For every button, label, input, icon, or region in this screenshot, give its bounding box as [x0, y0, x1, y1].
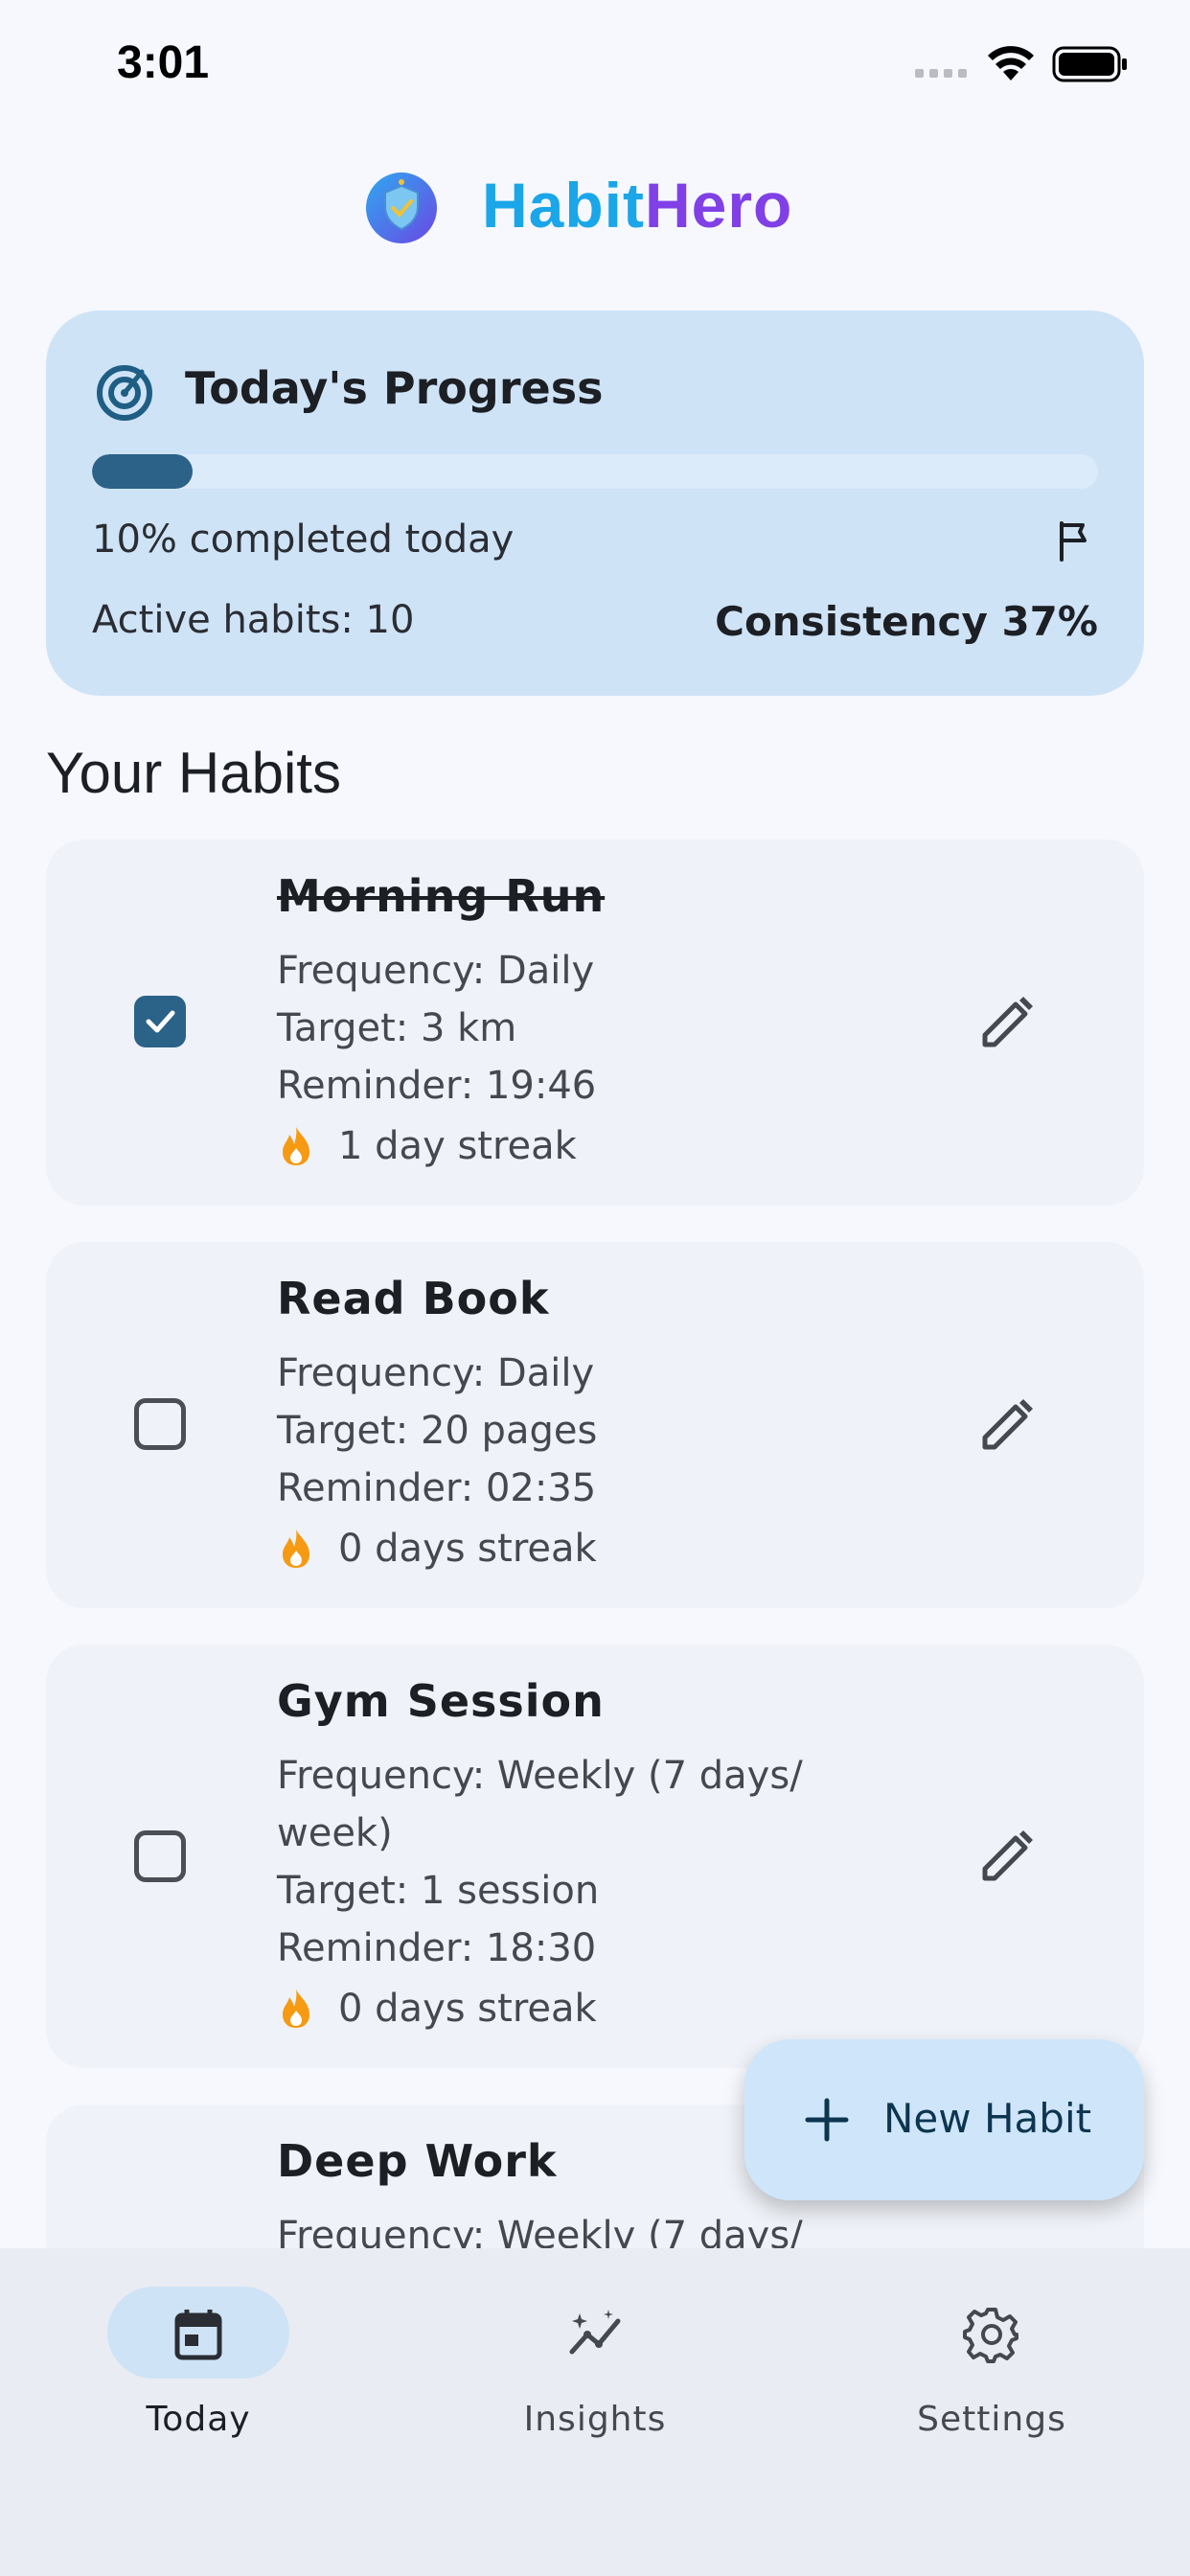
app-header: HabitHero: [0, 163, 1190, 259]
habit-checkbox[interactable]: [134, 1398, 186, 1450]
insights-icon: [569, 2310, 621, 2355]
habit-name: Read Book: [277, 1273, 550, 1324]
habit-checkbox[interactable]: [134, 1830, 186, 1882]
habit-target: Target: 3 km: [277, 1006, 517, 1050]
progress-bar: [92, 454, 1098, 489]
target-icon: [97, 365, 152, 421]
habit-frequency: Frequency: Daily: [277, 949, 595, 993]
plus-icon: [805, 2098, 849, 2142]
habit-target: Target: 20 pages: [277, 1409, 598, 1453]
nav-today[interactable]: Today: [50, 2287, 337, 2459]
habit-name: Deep Work: [277, 2135, 558, 2187]
brand-hero: Hero: [645, 170, 793, 241]
streak-text: 0 days streak: [338, 1987, 597, 2031]
habit-checkbox[interactable]: [134, 996, 186, 1047]
habit-hero-screen: 3:01 HabitHero Today's Progress 10% comp…: [0, 0, 1190, 2576]
habit-streak: 0 days streak: [277, 1987, 597, 2031]
brand-habit: Habit: [482, 170, 645, 241]
nav-label-settings: Settings: [917, 2400, 1066, 2439]
check-icon: [146, 1010, 175, 1033]
flame-icon: [283, 1127, 309, 1165]
habit-frequency: Frequency: Daily: [277, 1351, 595, 1395]
habit-streak: 0 days streak: [277, 1527, 597, 1571]
habit-name: Gym Session: [277, 1675, 605, 1727]
shield-check-icon: [366, 172, 437, 243]
nav-label-insights: Insights: [523, 2400, 667, 2439]
progress-title: Today's Progress: [185, 362, 604, 414]
cellular-signal-icon: [915, 69, 967, 78]
consistency-value: Consistency 37%: [715, 598, 1098, 645]
app-title: HabitHero: [482, 169, 792, 242]
progress-bar-fill: [92, 454, 193, 489]
habit-reminder: Reminder: 19:46: [277, 1064, 597, 1108]
battery-icon: [1052, 46, 1127, 82]
habit-reminder: Reminder: 02:35: [277, 1466, 597, 1510]
habit-streak: 1 day streak: [277, 1124, 577, 1168]
habit-frequency: Frequency: Weekly (7 days/ week): [277, 1754, 803, 1855]
nav-settings[interactable]: Settings: [843, 2287, 1131, 2459]
flame-icon: [283, 1990, 309, 2028]
habit-target: Target: 1 session: [277, 1869, 600, 1913]
calendar-icon: [174, 2310, 222, 2360]
wifi-icon: [988, 46, 1034, 80]
habit-card[interactable]: Read Book Frequency: Daily Target: 20 pa…: [46, 1242, 1144, 1608]
edit-icon[interactable]: [977, 1395, 1037, 1455]
gear-icon: [963, 2308, 1018, 2363]
active-habits-count: Active habits: 10: [92, 598, 415, 642]
completed-text: 10% completed today: [92, 518, 515, 562]
streak-text: 1 day streak: [338, 1124, 577, 1168]
status-time: 3:01: [117, 37, 210, 88]
flag-icon: [1060, 521, 1087, 562]
habit-card[interactable]: Gym Session Frequency: Weekly (7 days/ w…: [46, 1644, 1144, 2068]
edit-icon[interactable]: [977, 1827, 1037, 1886]
habit-reminder: Reminder: 18:30: [277, 1926, 597, 1970]
section-title: Your Habits: [46, 741, 341, 805]
habit-card[interactable]: Morning Run Frequency: Daily Target: 3 k…: [46, 840, 1144, 1206]
nav-insights[interactable]: Insights: [446, 2287, 734, 2459]
habit-name: Morning Run: [277, 870, 606, 922]
new-habit-button[interactable]: New Habit: [744, 2039, 1144, 2200]
nav-label-today: Today: [146, 2400, 251, 2439]
new-habit-label: New Habit: [883, 2095, 1092, 2142]
flame-icon: [283, 1530, 309, 1568]
status-bar: 3:01: [0, 0, 1190, 134]
progress-card: Today's Progress 10% completed today Act…: [46, 310, 1144, 696]
bottom-navigation: Today Insights Settings: [0, 2248, 1190, 2576]
edit-icon[interactable]: [977, 993, 1037, 1052]
streak-text: 0 days streak: [338, 1527, 597, 1571]
